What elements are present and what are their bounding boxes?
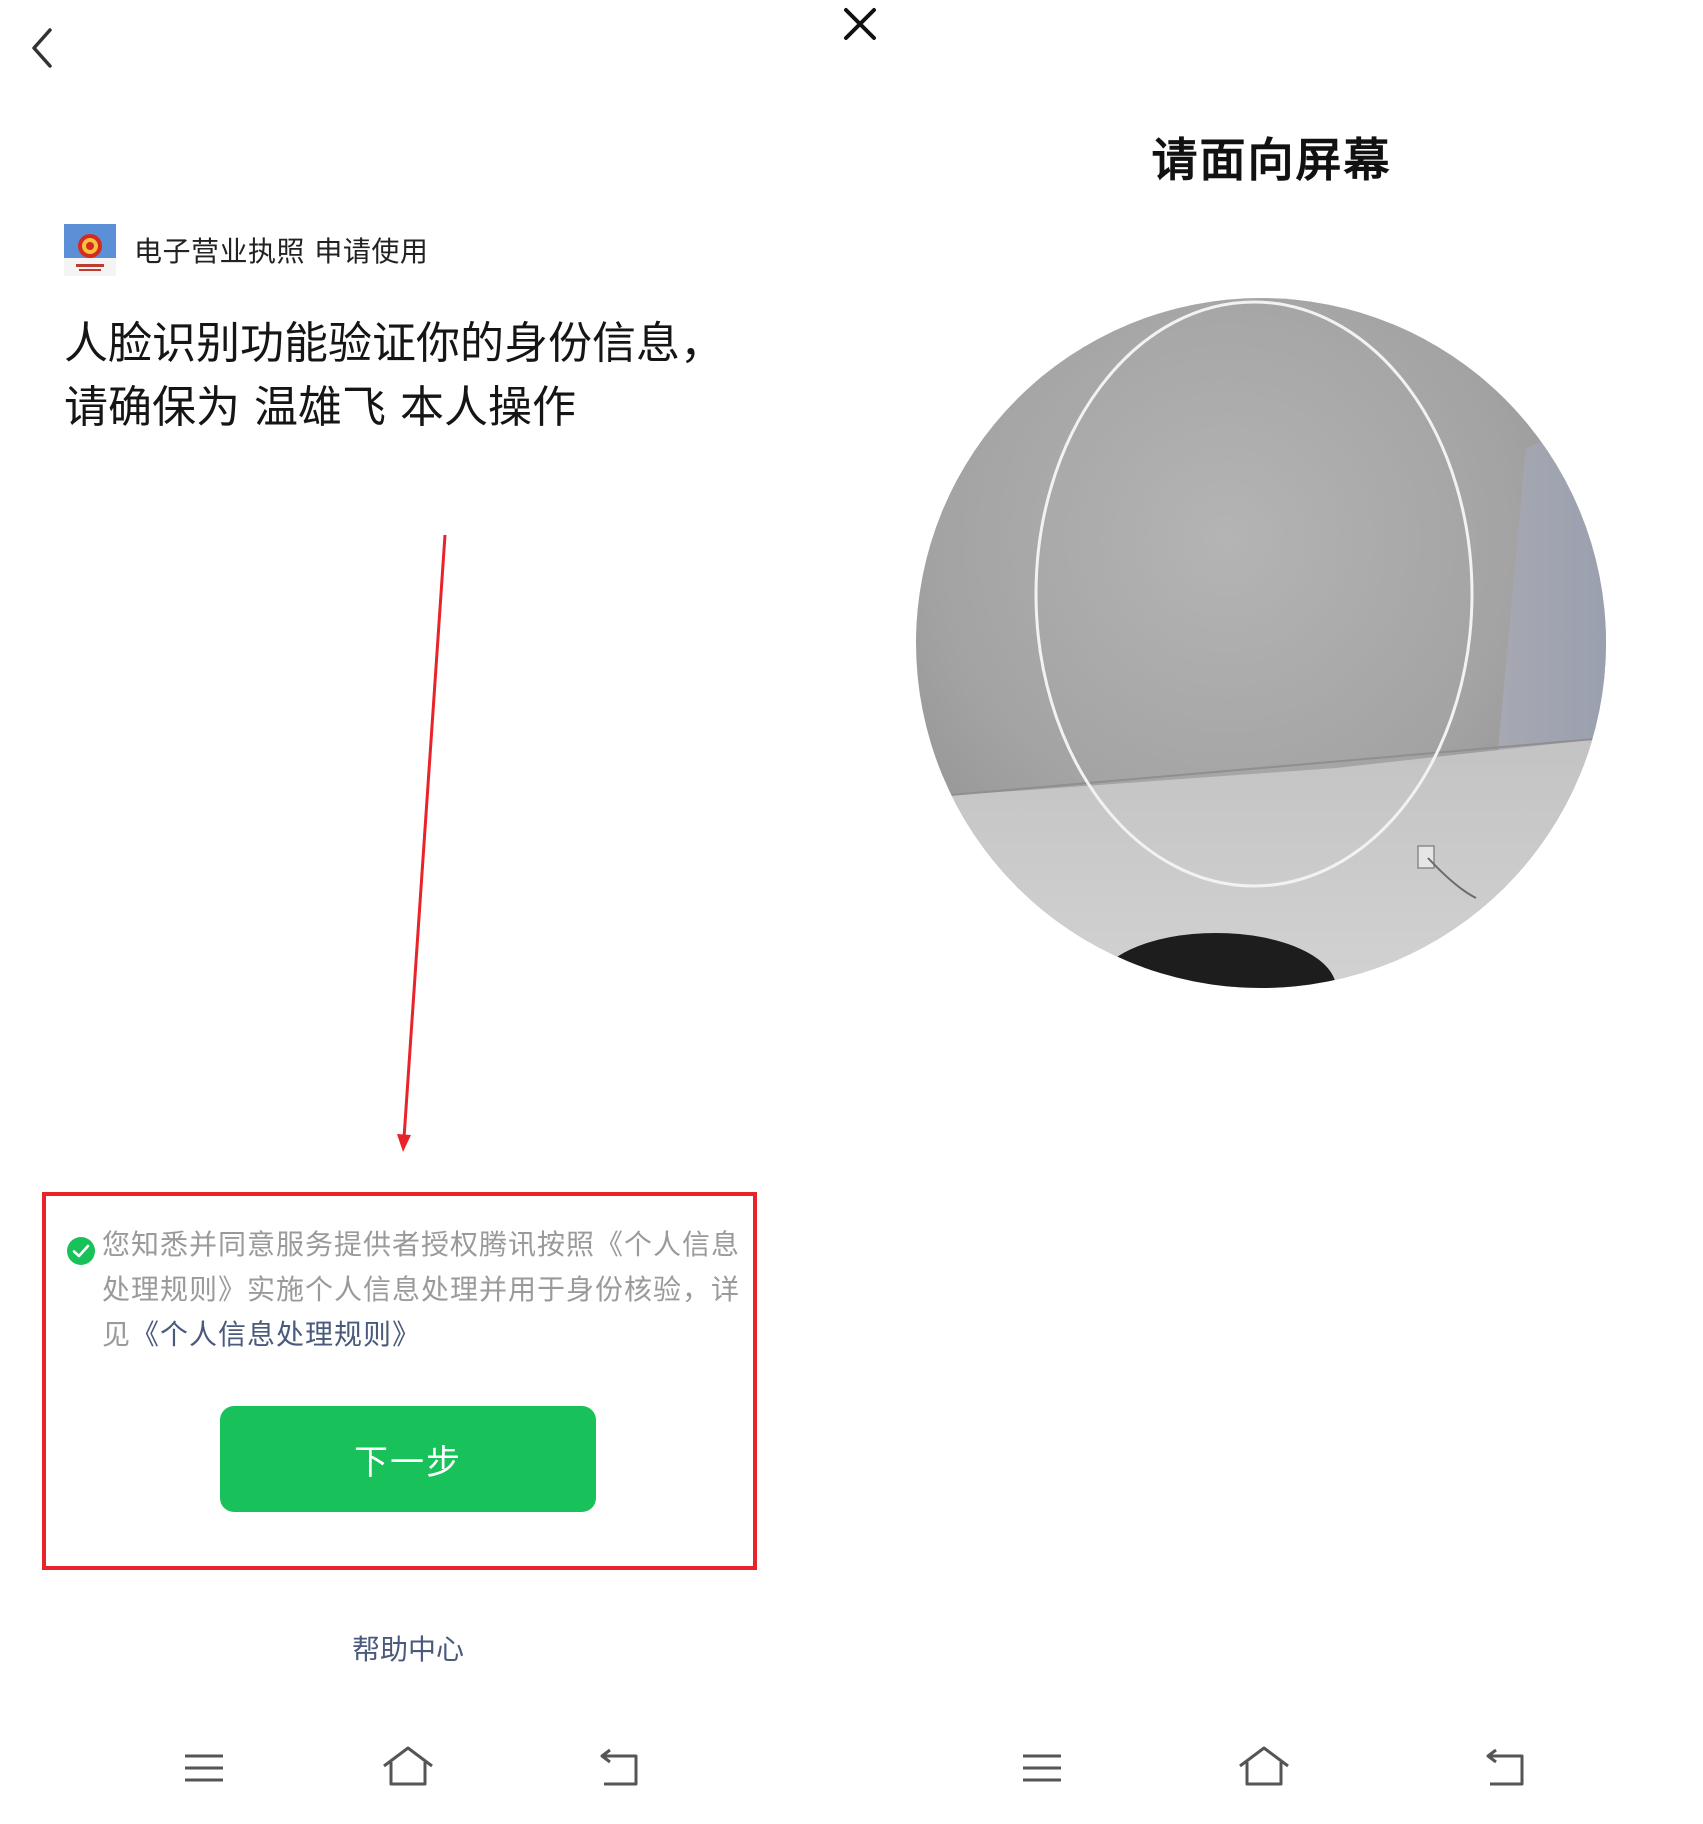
system-nav-bar [0, 1740, 840, 1804]
headline-line-2: 请确保为 温雄飞 本人操作 [64, 382, 576, 433]
app-request-row: 电子营业执照 申请使用 [64, 222, 428, 278]
nav-return-button[interactable] [590, 1740, 650, 1800]
authorization-screen: 电子营业执照 申请使用 人脸识别功能验证你的身份信息， 请确保为 温雄飞 本人操… [0, 0, 840, 1824]
national-emblem-icon [64, 224, 116, 276]
app-request-text: 电子营业执照 申请使用 [134, 235, 429, 268]
consent-text: 您知悉并同意服务提供者授权腾讯按照《个人信息处理规则》实施个人信息处理并用于身份… [102, 1222, 754, 1357]
home-icon [1239, 1746, 1289, 1786]
camera-feed-image [916, 298, 1606, 988]
nav-return-button[interactable] [1476, 1740, 1536, 1800]
next-step-button[interactable]: 下一步 [220, 1406, 596, 1512]
check-circle-icon[interactable] [66, 1236, 96, 1266]
close-icon [844, 8, 876, 40]
return-icon [600, 1748, 638, 1786]
privacy-rules-link[interactable]: 《个人信息处理规则》 [131, 1318, 421, 1351]
menu-icon [185, 1754, 223, 1782]
chevron-left-icon [32, 28, 52, 68]
menu-icon [1023, 1754, 1061, 1782]
close-button[interactable] [840, 4, 880, 44]
return-icon [1486, 1748, 1524, 1786]
page-headline: 人脸识别功能验证你的身份信息， 请确保为 温雄飞 本人操作 [64, 312, 764, 440]
nav-home-button[interactable] [378, 1740, 438, 1800]
camera-preview [916, 298, 1606, 988]
face-capture-screen: 请面向屏幕 [840, 0, 1703, 1824]
home-icon [383, 1746, 433, 1786]
nav-menu-button[interactable] [175, 1740, 235, 1800]
face-prompt-title: 请面向屏幕 [1151, 133, 1392, 187]
nav-menu-button[interactable] [1013, 1740, 1073, 1800]
nav-home-button[interactable] [1234, 1740, 1294, 1800]
back-button[interactable] [22, 22, 62, 74]
help-center-link[interactable]: 帮助中心 [308, 1628, 508, 1668]
headline-line-1: 人脸识别功能验证你的身份信息， [64, 318, 724, 369]
system-nav-bar-right [840, 1740, 1703, 1804]
